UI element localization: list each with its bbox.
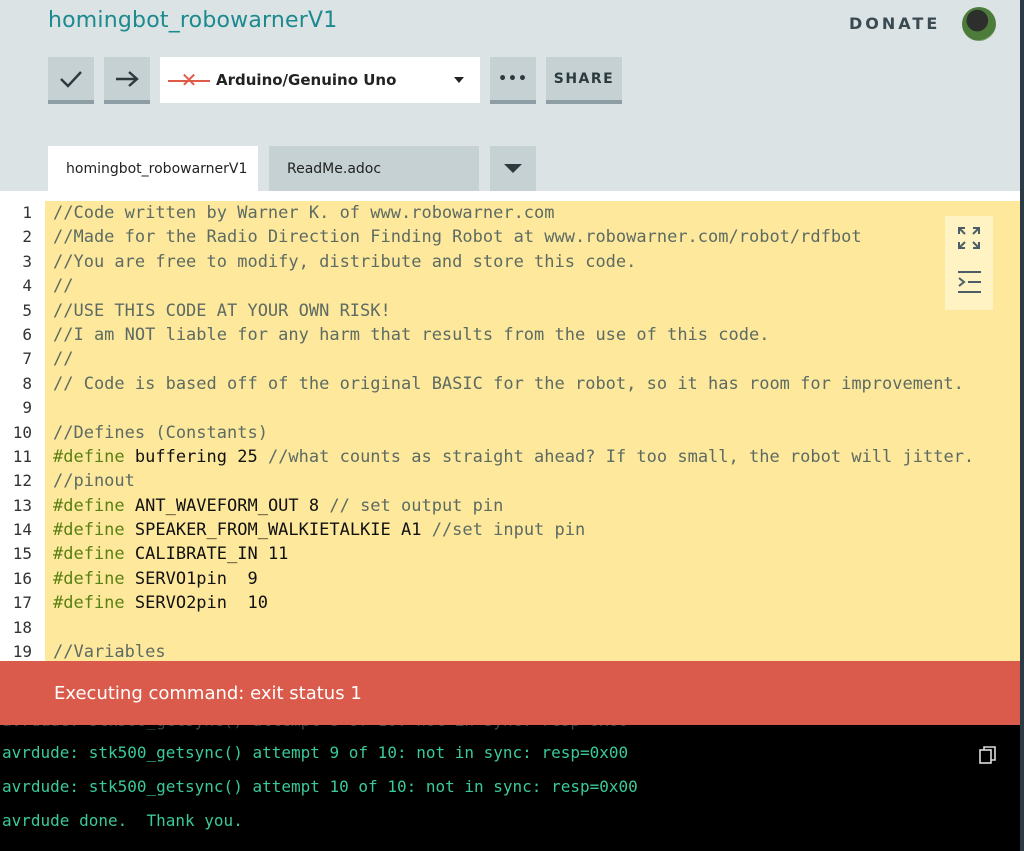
code-keyword: #define — [53, 446, 125, 467]
line-number: 14 — [12, 520, 32, 540]
code-comment: //Variables — [53, 642, 166, 661]
line-number: 17 — [12, 593, 32, 613]
chevron-down-icon — [504, 164, 522, 173]
code-text: SERVO2pin 10 — [124, 593, 268, 614]
code-line[interactable]: // — [45, 274, 1020, 298]
code-keyword: #define — [53, 568, 125, 589]
tab-readme[interactable]: ReadMe.adoc — [269, 146, 479, 191]
console-output[interactable]: avrdude: stk500_getsync() attempt 8 of 1… — [0, 725, 1020, 851]
code-comment: //Defines (Constants) — [53, 422, 268, 443]
code-line[interactable]: #define SERVO2pin 10 — [45, 591, 1020, 615]
upload-button[interactable] — [104, 57, 150, 104]
code-comment: //You are free to modify, distribute and… — [53, 251, 637, 272]
copy-icon[interactable] — [978, 745, 998, 765]
line-number: 12 — [12, 471, 32, 491]
checkmark-icon — [60, 70, 82, 88]
code-keyword: #define — [53, 495, 125, 516]
status-bar: Executing command: exit status 1 — [0, 661, 1020, 725]
code-comment: //what counts as straight ahead? If too … — [267, 446, 975, 467]
verify-button[interactable] — [48, 57, 94, 104]
line-number: 10 — [12, 422, 32, 442]
line-number: 8 — [22, 373, 32, 393]
arrow-right-icon — [116, 70, 139, 87]
code-line[interactable]: #define SPEAKER_FROM_WALKIETALKIE A1 //s… — [45, 518, 1020, 542]
code-line[interactable]: //Defines (Constants) — [45, 421, 1020, 445]
console-line: avrdude done. Thank you. — [2, 811, 243, 830]
more-options-button[interactable]: ••• — [490, 57, 536, 104]
status-message: Executing command: exit status 1 — [54, 682, 362, 704]
code-comment: //I am NOT liable for any harm that resu… — [53, 324, 770, 345]
line-number: 16 — [12, 568, 32, 588]
code-line[interactable]: #define SERVO1pin 9 — [45, 567, 1020, 591]
code-comment: //set input pin — [431, 520, 586, 541]
code-editor[interactable]: 1 2 3 4 5 6 7 8 9 10 11 12 13 14 15 16 17 18 19 //Code wri… — [0, 191, 1020, 661]
more-dots: ••• — [498, 70, 528, 87]
board-selector[interactable]: ✕ Arduino/Genuino Uno — [160, 57, 480, 103]
code-line[interactable]: //Variables — [45, 640, 1020, 661]
line-number: 11 — [12, 446, 32, 466]
line-number: 4 — [22, 276, 32, 296]
code-comment: // set output pin — [329, 495, 504, 516]
line-number: 1 — [22, 203, 32, 222]
code-line[interactable] — [45, 616, 1020, 640]
tab-sketch-label: homingbot_robowarnerV1 — [66, 160, 248, 177]
console-line: avrdude: stk500_getsync() attempt 10 of … — [2, 777, 638, 796]
code-keyword: #define — [53, 544, 125, 565]
code-line[interactable]: //Code written by Warner K. of www.robow… — [45, 201, 1020, 225]
code-line[interactable]: #define buffering 25 //what counts as st… — [45, 445, 1020, 469]
code-comment: //Code written by Warner K. of www.robow… — [53, 203, 555, 223]
code-keyword: #define — [53, 520, 125, 541]
code-comment: // — [53, 349, 74, 370]
code-line[interactable]: // — [45, 347, 1020, 371]
line-number: 18 — [12, 617, 32, 637]
code-line[interactable]: //You are free to modify, distribute and… — [45, 250, 1020, 274]
code-text: CALIBRATE_IN 11 — [124, 544, 289, 565]
line-number: 19 — [12, 642, 32, 661]
code-line[interactable]: //USE THIS CODE AT YOUR OWN RISK! — [45, 299, 1020, 323]
code-area[interactable]: //Code written by Warner K. of www.robow… — [45, 201, 1020, 661]
console-scrolled-line: avrdude: stk500_getsync() attempt 8 of 1… — [2, 725, 628, 730]
code-line[interactable]: #define CALIBRATE_IN 11 — [45, 542, 1020, 566]
code-comment: // — [53, 276, 74, 297]
code-comment: //Made for the Radio Direction Finding R… — [53, 227, 862, 248]
share-button[interactable]: SHARE — [546, 57, 622, 104]
console-line: avrdude: stk500_getsync() attempt 9 of 1… — [2, 743, 629, 762]
indent-icon[interactable] — [955, 268, 983, 296]
code-line[interactable]: //I am NOT liable for any harm that resu… — [45, 323, 1020, 347]
line-number: 15 — [12, 544, 32, 564]
line-number: 3 — [22, 251, 32, 271]
line-number: 6 — [22, 324, 32, 344]
chevron-down-icon — [454, 77, 464, 83]
window-edge — [1020, 0, 1024, 851]
avatar[interactable] — [962, 7, 996, 41]
board-name: Arduino/Genuino Uno — [216, 71, 397, 89]
tab-menu-button[interactable] — [490, 146, 536, 191]
tab-sketch[interactable]: homingbot_robowarnerV1 — [48, 146, 258, 191]
sketch-title[interactable]: homingbot_robowarnerV1 — [48, 8, 337, 33]
line-number: 7 — [22, 349, 32, 369]
code-line[interactable]: #define ANT_WAVEFORM_OUT 8 // set output… — [45, 494, 1020, 518]
code-keyword: #define — [53, 593, 125, 614]
editor-tools — [945, 216, 993, 310]
code-text: ANT_WAVEFORM_OUT 8 — [124, 495, 330, 516]
code-comment: //pinout — [53, 471, 135, 492]
line-numbers: 1 2 3 4 5 6 7 8 9 10 11 12 13 14 15 16 17 18 19 — [0, 201, 40, 661]
tab-readme-label: ReadMe.adoc — [287, 160, 382, 177]
code-comment: // Code is based off of the original BAS… — [53, 373, 964, 394]
code-line[interactable] — [45, 396, 1020, 420]
code-text: SPEAKER_FROM_WALKIETALKIE A1 — [124, 520, 432, 541]
line-number: 9 — [22, 398, 32, 418]
code-line[interactable]: //Made for the Radio Direction Finding R… — [45, 225, 1020, 249]
code-line[interactable]: // Code is based off of the original BAS… — [45, 372, 1020, 396]
line-number: 13 — [12, 495, 32, 515]
line-number: 2 — [22, 227, 32, 247]
code-line[interactable]: //pinout — [45, 469, 1020, 493]
fullscreen-icon[interactable] — [955, 224, 983, 252]
disconnected-x-icon: ✕ — [168, 68, 210, 92]
donate-button[interactable]: DONATE — [849, 14, 940, 33]
code-comment: //USE THIS CODE AT YOUR OWN RISK! — [53, 300, 391, 321]
code-text: buffering 25 — [124, 446, 268, 467]
code-text: SERVO1pin 9 — [124, 568, 258, 589]
line-number: 5 — [22, 300, 32, 320]
